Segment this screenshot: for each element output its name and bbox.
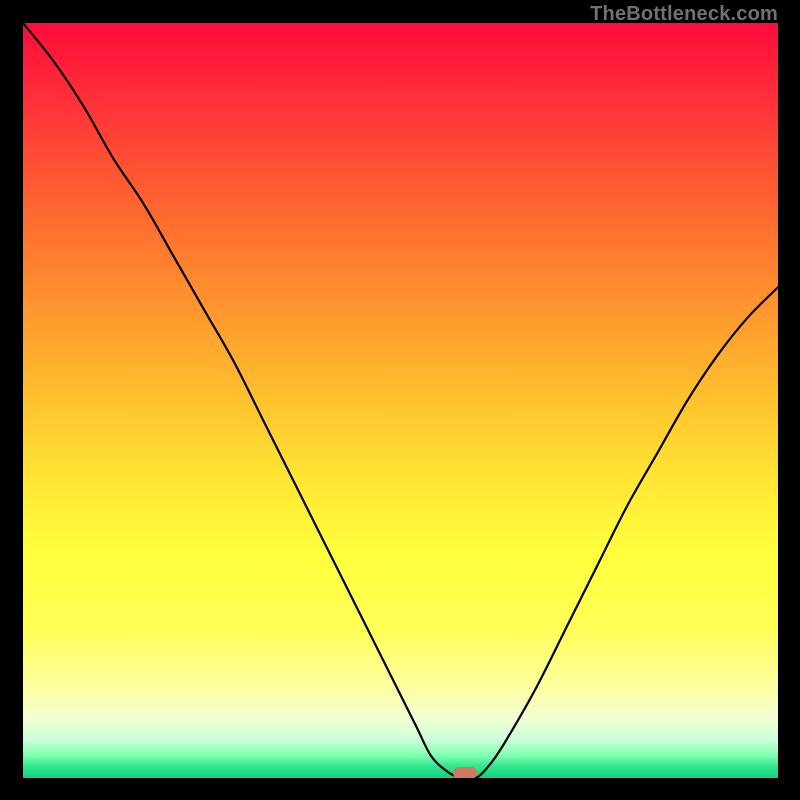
chart-frame: TheBottleneck.com bbox=[0, 0, 800, 800]
bottleneck-curve-path bbox=[23, 23, 778, 778]
optimal-marker bbox=[453, 767, 477, 778]
curve-svg bbox=[23, 23, 778, 778]
plot-area bbox=[23, 23, 778, 778]
